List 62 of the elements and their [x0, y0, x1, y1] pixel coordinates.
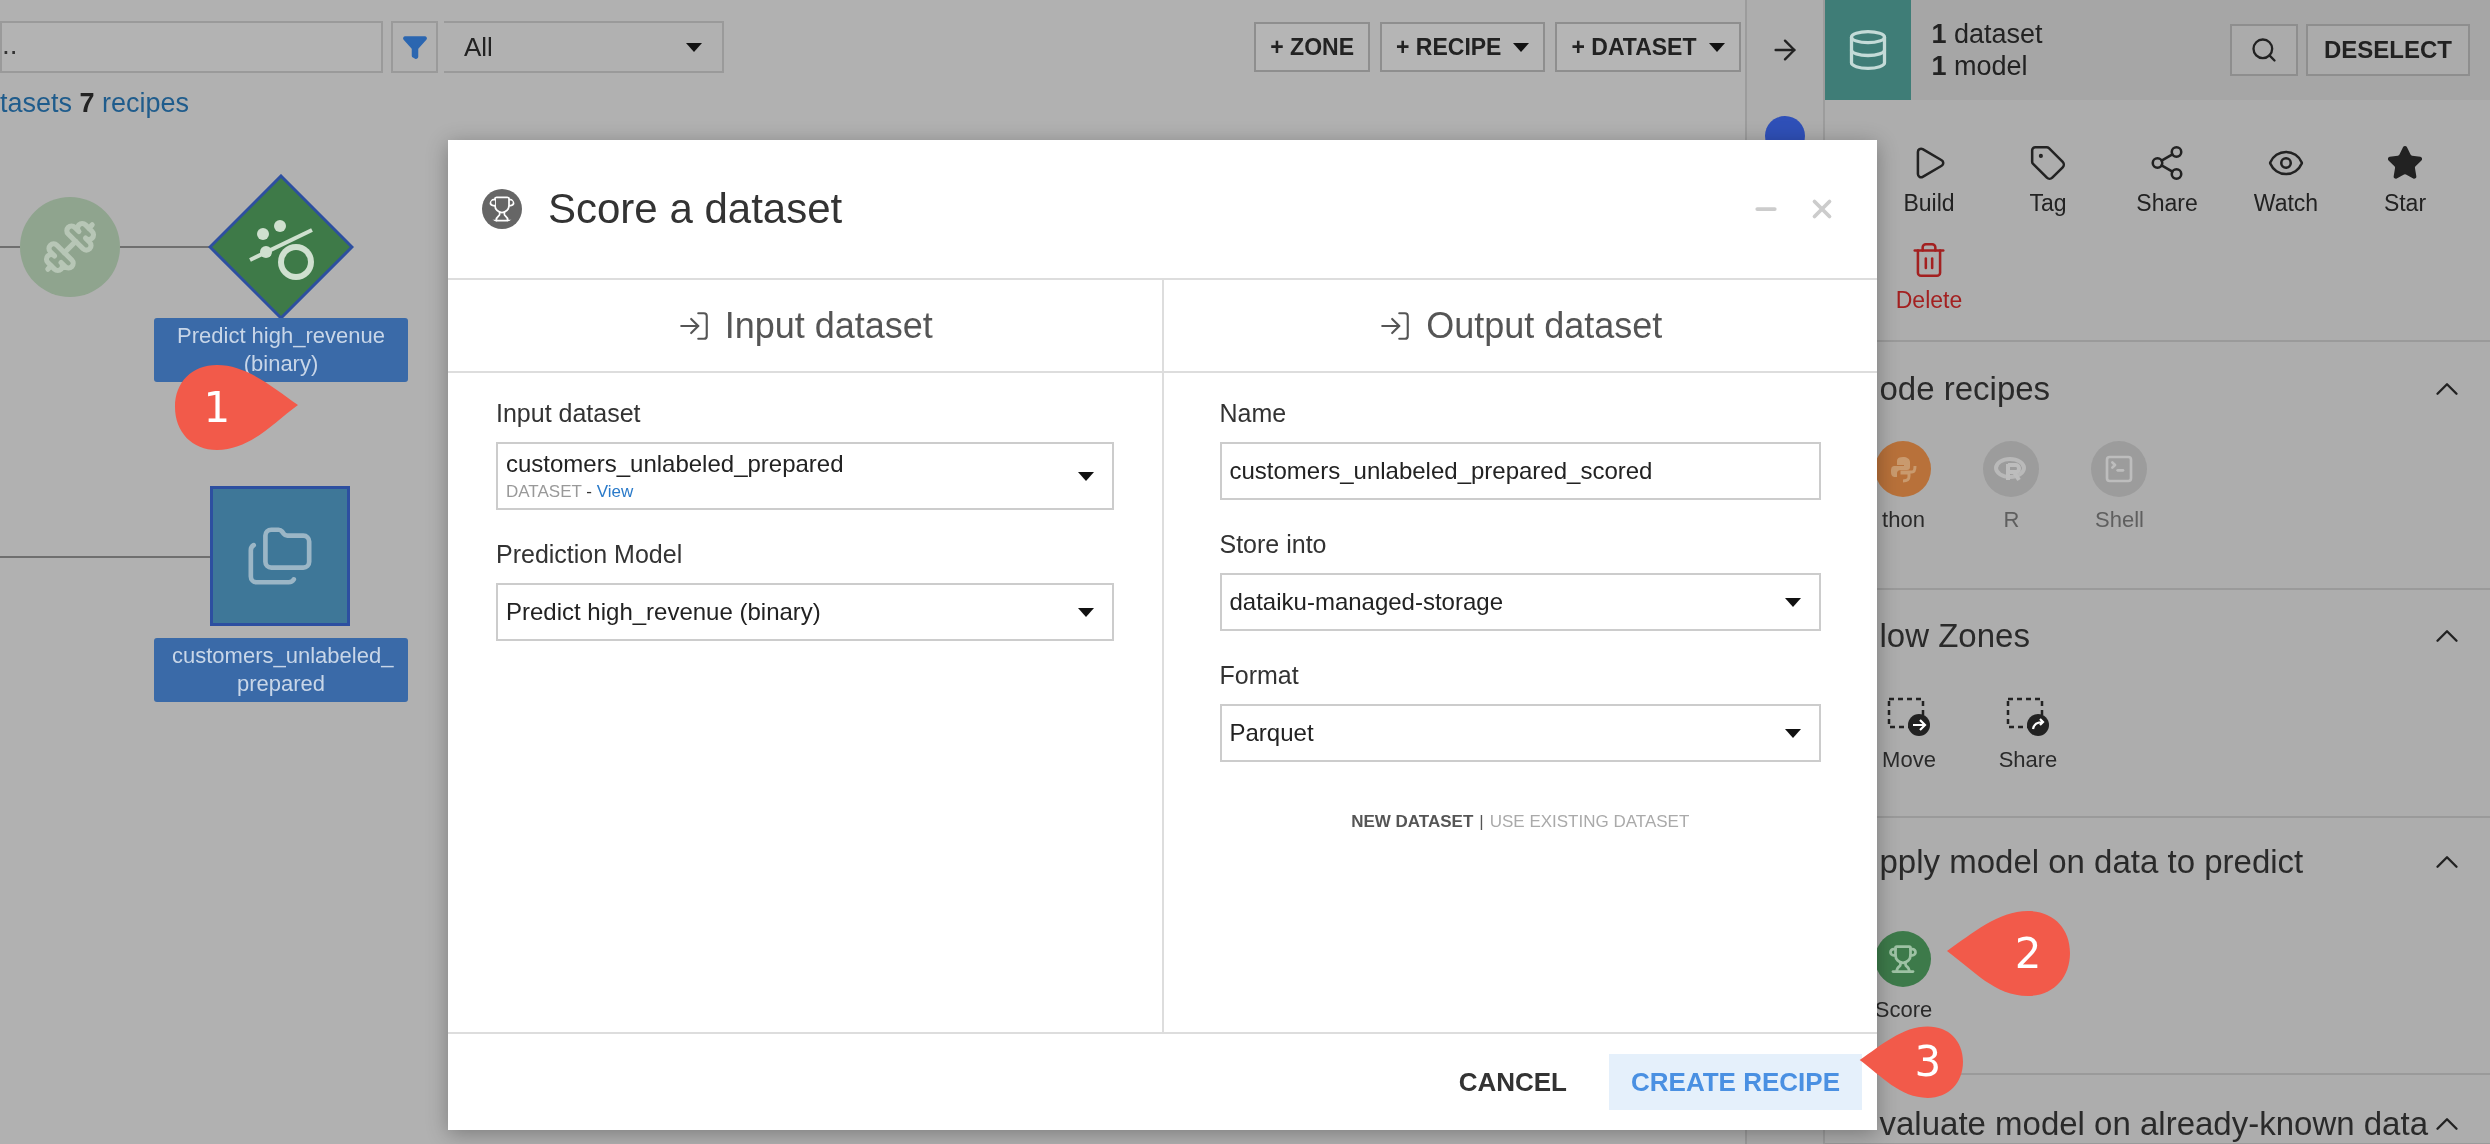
- caret-icon: [1708, 42, 1725, 52]
- star-icon: [2386, 144, 2424, 182]
- section-title[interactable]: valuate model on already-known data: [1879, 1106, 2428, 1142]
- dataset-node[interactable]: [210, 486, 350, 626]
- selection-summary: 1 model: [1931, 50, 2029, 82]
- column-heading: Output dataset: [1426, 304, 1663, 347]
- add-button[interactable]: + DATASET: [1555, 22, 1741, 72]
- select-field[interactable]: Predict high_revenue (binary): [496, 583, 1114, 641]
- view-link[interactable]: View: [596, 482, 634, 501]
- tag-icon: [2029, 144, 2067, 182]
- section-title[interactable]: ode recipes: [1879, 371, 2051, 407]
- name-input-field[interactable]: customers_unlabeled_prepared_scored: [1219, 442, 1821, 500]
- add-button[interactable]: + ZONE: [1254, 22, 1370, 72]
- filter-select[interactable]: All: [444, 21, 724, 73]
- dumbbell-icon: [42, 219, 98, 275]
- field-label: Store into: [1219, 530, 1328, 559]
- dataset-meta-text: DATASET - View: [506, 482, 635, 502]
- caret-icon: [1785, 728, 1801, 738]
- flow-summary: tasets 7 recipes: [0, 88, 191, 120]
- deselect-button[interactable]: DESELECT: [2306, 24, 2470, 76]
- section-title[interactable]: low Zones: [1879, 618, 2030, 654]
- zone-share-icon: [2006, 697, 2050, 737]
- node-label: customers_unlabeled_ prepared: [154, 638, 408, 702]
- action-button[interactable]: Build: [1869, 144, 1989, 217]
- callout-badge: 2: [1945, 908, 2073, 998]
- filter-icon: [401, 34, 428, 60]
- column-heading: Input dataset: [724, 304, 933, 347]
- callout-badge: 3: [1858, 1024, 1966, 1100]
- recipe-item[interactable]: Move: [1849, 697, 1969, 773]
- filter-button[interactable]: [391, 21, 438, 73]
- recipe-item[interactable]: Share: [1968, 697, 2088, 773]
- action-button[interactable]: Watch: [2226, 144, 2346, 217]
- search-icon: [2250, 36, 2278, 64]
- caret-icon: [1077, 471, 1094, 481]
- action-button[interactable]: Star: [2345, 144, 2465, 217]
- caret-icon: [1785, 597, 1801, 607]
- zone-move-icon: [1887, 697, 1931, 737]
- selection-summary: 1 dataset: [1931, 18, 2044, 50]
- section-title[interactable]: pply model on data to predict: [1879, 844, 2304, 880]
- cancel-button[interactable]: CANCEL: [1436, 1054, 1589, 1110]
- dataset-select[interactable]: customers_unlabeled_prepared DATASET - View: [496, 442, 1114, 510]
- action-button[interactable]: Share: [2107, 144, 2227, 217]
- caret-icon: [686, 42, 702, 52]
- mode-link[interactable]: NEW DATASET: [1351, 812, 1474, 832]
- caret-icon: [1077, 607, 1094, 617]
- dialog-title: Score a dataset: [548, 185, 844, 233]
- search-field[interactable]: ..: [0, 21, 383, 73]
- caret-icon: [1513, 42, 1530, 52]
- search-button[interactable]: [2230, 24, 2298, 76]
- add-button[interactable]: + RECIPE: [1380, 22, 1546, 72]
- field-label: Input dataset: [496, 399, 642, 428]
- select-field[interactable]: dataiku-managed-storage: [1219, 573, 1821, 631]
- trash-icon: [1910, 241, 1948, 279]
- action-button[interactable]: Tag: [1988, 144, 2108, 217]
- field-label: Name: [1219, 399, 1288, 428]
- select-field[interactable]: Parquet: [1219, 704, 1821, 762]
- field-label: Format: [1219, 661, 1300, 690]
- separator-text: |: [1479, 812, 1484, 832]
- node-label: Predict high_revenue (binary): [154, 318, 408, 382]
- model-node[interactable]: [208, 174, 354, 320]
- field-label: Prediction Model: [496, 540, 684, 569]
- trophy-icon: [482, 189, 522, 229]
